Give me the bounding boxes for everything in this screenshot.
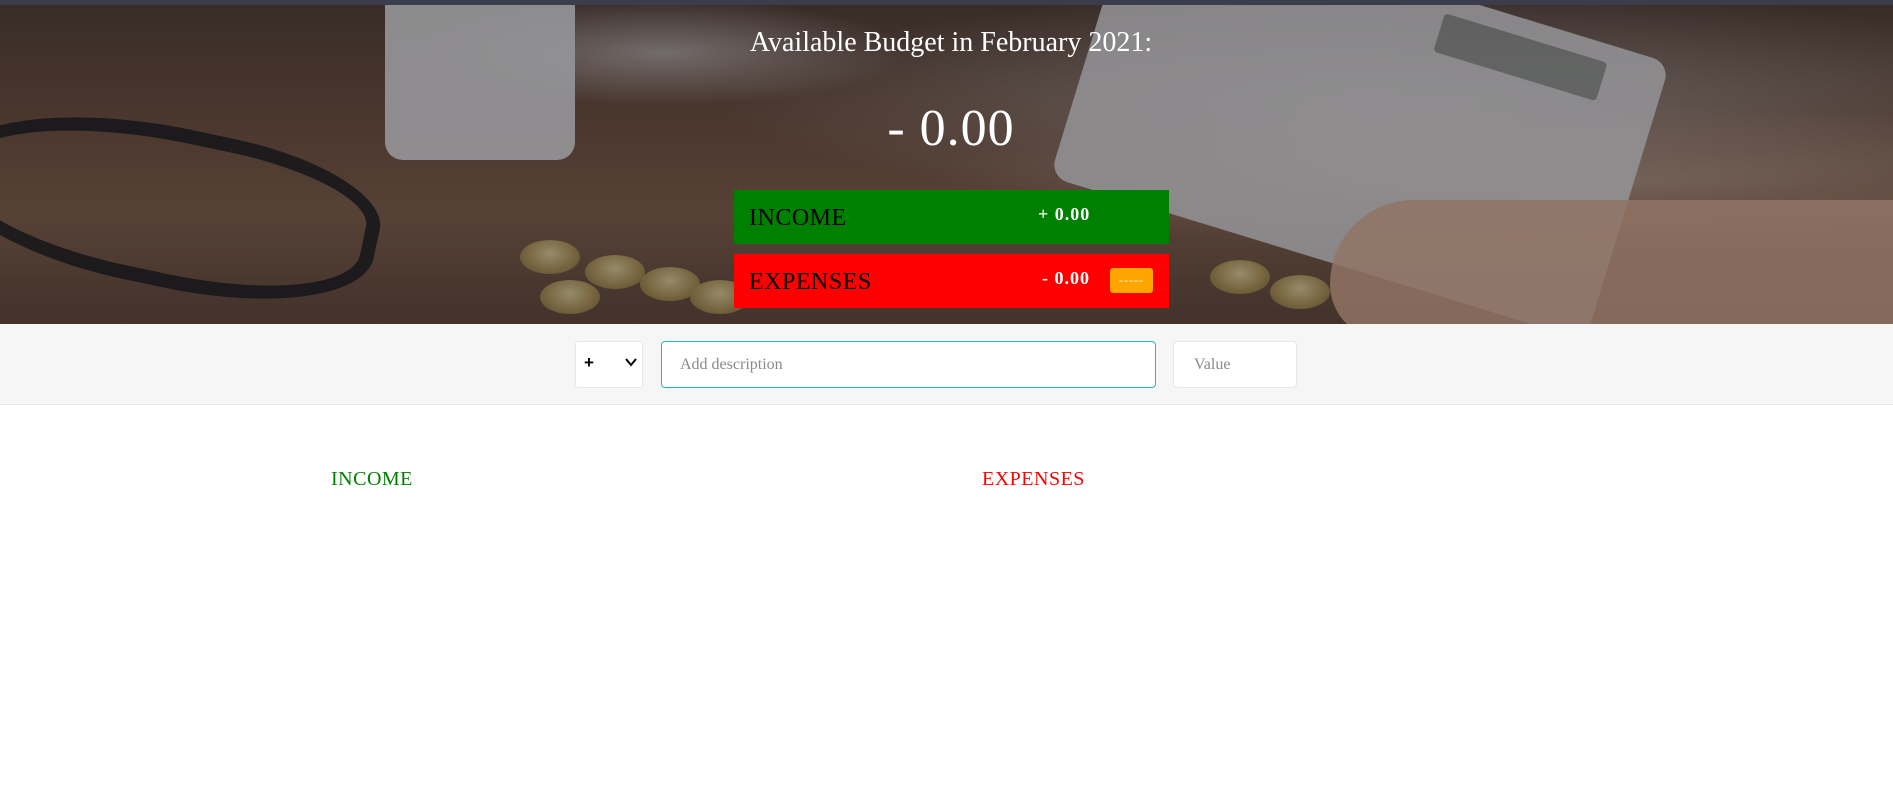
- add-item-bar: +: [0, 324, 1893, 405]
- type-select-value: +: [584, 353, 594, 372]
- budget-title: Available Budget in February 2021:: [749, 27, 1153, 58]
- income-summary: INCOME + 0.00: [734, 190, 1169, 244]
- expenses-summary-value: - 0.00: [1042, 268, 1090, 288]
- chevron-down-icon: [625, 358, 637, 367]
- expenses-summary: EXPENSES - 0.00 -----: [734, 254, 1169, 308]
- expenses-percentage-badge: -----: [1110, 268, 1153, 293]
- income-list-title: INCOME: [331, 468, 413, 490]
- income-summary-label: INCOME: [749, 205, 847, 231]
- type-select[interactable]: +: [575, 341, 643, 388]
- expenses-list-title: EXPENSES: [982, 468, 1085, 490]
- expenses-summary-label: EXPENSES: [749, 269, 872, 295]
- description-input[interactable]: [661, 341, 1156, 388]
- value-input[interactable]: [1173, 341, 1297, 388]
- hero-banner: Available Budget in February 2021: - 0.0…: [0, 5, 1893, 324]
- income-summary-value: + 0.00: [1038, 204, 1091, 224]
- budget-value: - 0.00: [887, 100, 1015, 157]
